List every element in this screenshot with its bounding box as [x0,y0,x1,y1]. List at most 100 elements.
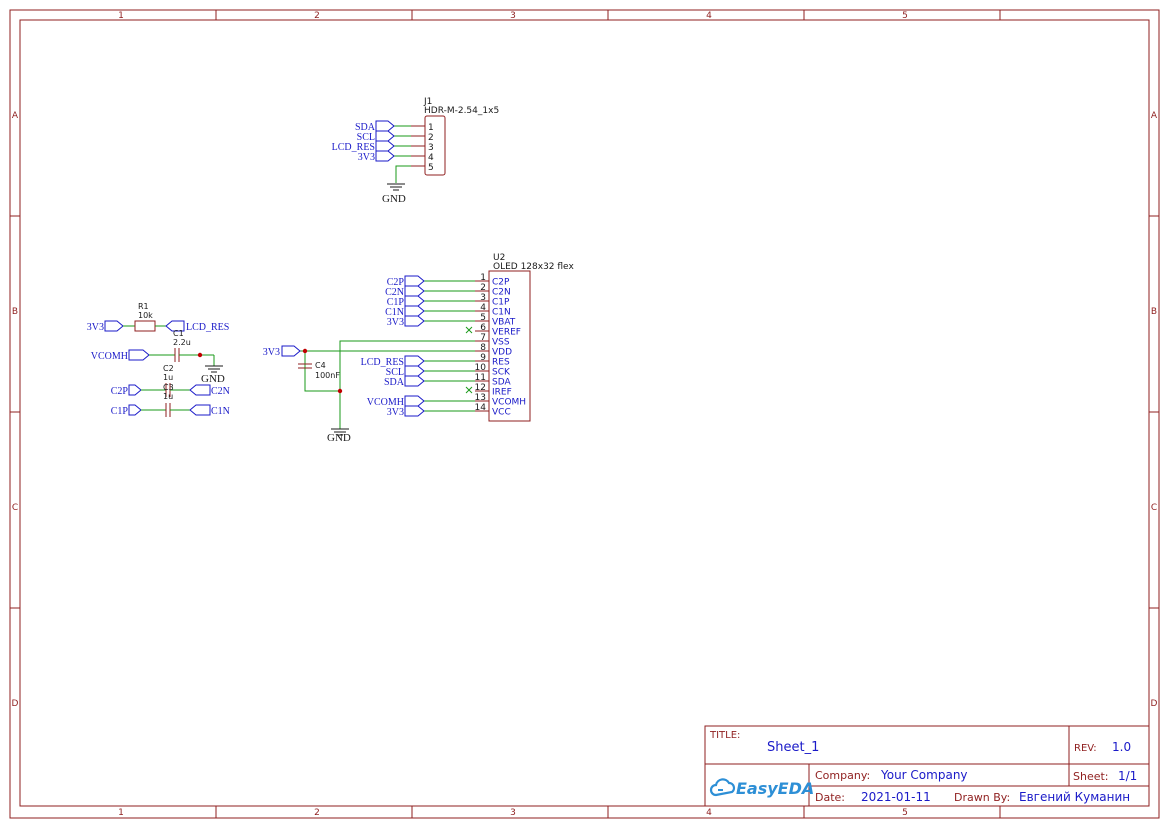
j1-pin-number: 4 [428,153,434,163]
j1-pin-number: 1 [428,123,434,133]
u2-pin-name: C2N [492,288,511,298]
j1-net-label: 3V3 [358,152,375,163]
company-value: Your Company [880,768,968,782]
c4-ref: C4 [315,361,326,370]
title-label: TITLE: [709,730,740,741]
j1-pin-number: 5 [428,163,434,173]
col-label-top: 1 [118,11,124,21]
u2-net-flag [404,295,425,307]
gnd-label: GND [382,193,406,205]
u2-pin-name: VEREF [492,328,521,338]
col-label-top: 4 [706,11,712,21]
u2-net-flag [404,395,425,407]
u2-net-label: 3V3 [387,407,404,418]
u2-oled: U2 OLED 128x32 flex 1 C2PC2P 2 C2NC2N 3 C1PC1… [300,253,574,429]
u2-net-label: 3V3 [387,317,404,328]
u2-pin-name: C1P [492,298,510,308]
row-label-right: D [1151,699,1158,709]
c3-ref: C3 [163,383,174,392]
col-label-top: 2 [314,11,320,21]
c1-ref: C1 [173,329,184,338]
j1-pin-number: 3 [428,143,434,153]
row-label-right: C [1151,503,1157,513]
u2-pin-number: 5 [480,313,486,323]
col-label-bottom: 1 [118,808,124,818]
title-block: TITLE: Sheet_1 REV: 1.0 Company: Your Co… [704,725,1150,807]
u2-pin-number: 13 [475,393,486,403]
drawn-by-value: Евгений Куманин [1019,790,1130,804]
u2-pin-name: RES [492,358,510,368]
u2-pin-name: VCOMH [492,398,526,408]
u2-net-flag [404,275,425,287]
u2-net-flag [404,305,425,317]
row-label-left: A [12,111,19,121]
c3-value: 1u [163,392,173,401]
u2-pin-name: VCC [492,408,511,418]
col-label-top: 5 [902,11,908,21]
r1-ref: R1 [138,302,149,311]
u2-pin-number: 7 [480,333,486,343]
u2-pin-name: IREF [492,388,512,398]
u2-pin-number: 3 [480,293,486,303]
gnd-symbol [387,183,405,191]
junction-dot [197,352,203,358]
u2-pin-name: C1N [492,308,511,318]
junction-dot [302,348,308,354]
c1-net-left: VCOMH [91,351,128,362]
cloud-icon [709,778,736,797]
u2-pin-number: 14 [475,403,487,413]
u2-pin-name: VDD [492,348,512,358]
u2-pin-name: VSS [492,338,510,348]
u2-pin-number: 9 [480,353,486,363]
r1-net-right: LCD_RES [186,322,229,333]
c4-value: 100nF [315,371,340,380]
c3-net-left: C1P [111,406,129,417]
r1-value: 10k [138,311,153,320]
u2-net-flag [404,405,425,417]
c2-ref: C2 [163,364,174,373]
no-connect-marker [465,326,473,394]
u2-pin-number: 8 [480,343,486,353]
sheet-frame: 1 2 3 4 5 1 2 3 4 5 A B C D A B C D [9,9,1160,819]
c2-net-left: C2P [111,386,129,397]
u2-pin-name: SCK [492,368,511,378]
u2-pin-number: 2 [480,283,486,293]
u2-pin-name: VBAT [492,318,516,328]
gnd-symbol [205,365,223,373]
sheet-number-value: 1/1 [1118,769,1137,783]
col-label-bottom: 3 [510,808,516,818]
date-value: 2021-01-11 [861,790,931,804]
u2-pin-name: SDA [492,378,511,388]
row-label-right: A [1151,111,1158,121]
col-label-bottom: 2 [314,808,320,818]
u2-pin-number: 1 [480,273,486,283]
u2-net-flag [404,315,425,327]
u2-net-flag [404,285,425,297]
u2-pin-name: C2P [492,278,510,288]
junction-dot [337,388,343,394]
col-label-top: 3 [510,11,516,21]
c3-net-right: C1N [211,406,230,417]
drawn-by-label: Drawn By: [954,791,1010,804]
c2-value: 1u [163,373,173,382]
j1-value: HDR-M-2.54_1x5 [424,106,499,116]
u2-pin-number: 11 [475,373,486,383]
c2-net-right: C2N [211,386,230,397]
row-label-left: C [12,503,18,513]
u2-net-flag [404,355,425,367]
j1-pin-number: 2 [428,133,434,143]
u2-pin-number: 10 [475,363,487,373]
u2-net-label: SDA [384,377,405,388]
date-label: Date: [815,791,845,804]
c4-net-label: 3V3 [263,347,280,358]
sheet-number-label: Sheet: [1073,770,1109,783]
c1-value: 2.2u [173,338,191,347]
passives-group: 3V3 LCD_RES R1 10k VCOMH C1 2.2u GND C2P… [87,302,230,417]
gnd-label: GND [327,432,351,444]
col-label-bottom: 4 [706,808,712,818]
row-label-left: B [12,307,18,317]
c4-capacitor: 3V3 C4 100nF GND [263,345,351,444]
gnd-label: GND [201,373,225,385]
j1-connector: J1 HDR-M-2.54_1x5 1 2 3 4 5 SDA SCL LCD_… [332,97,500,205]
col-label-bottom: 5 [902,808,908,818]
